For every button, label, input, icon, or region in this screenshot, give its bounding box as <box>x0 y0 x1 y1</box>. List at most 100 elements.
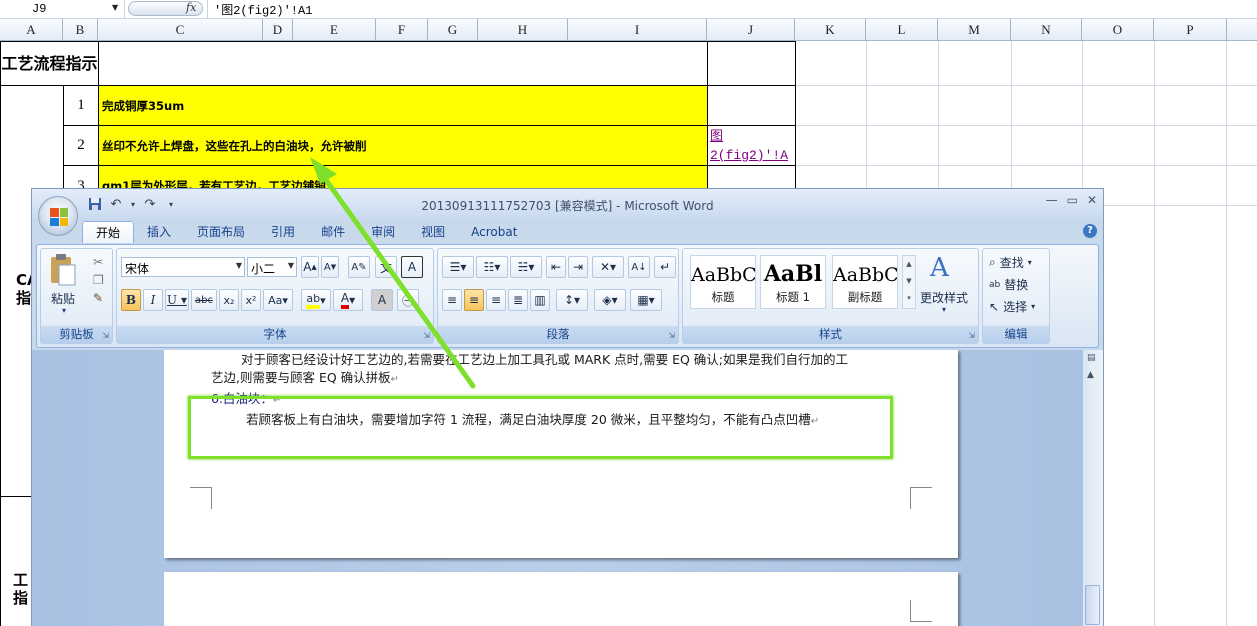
column-header-o[interactable]: O <box>1082 19 1154 41</box>
redo-icon[interactable]: ↷ <box>142 196 158 212</box>
document-area[interactable]: 对于顾客已经设计好工艺边的,若需要在工艺边上加工具孔或 MARK 点时,需要 E… <box>32 350 1083 626</box>
char-border-icon[interactable]: A <box>401 256 423 278</box>
dialog-launcher-icon[interactable]: ⇲ <box>968 331 975 340</box>
tab-view[interactable]: 视图 <box>408 221 458 243</box>
chinese-layout-icon[interactable]: ✕▾ <box>592 256 624 278</box>
tab-references[interactable]: 引用 <box>258 221 308 243</box>
cell-j[interactable] <box>707 41 796 86</box>
style-subtitle[interactable]: AaBbC 副标题 <box>832 255 898 309</box>
phonetic-guide-icon[interactable]: 文 <box>375 256 397 278</box>
styles-scroll[interactable]: ▲ ▼ ▾ <box>902 255 916 309</box>
decrease-indent-icon[interactable]: ⇤ <box>546 256 566 278</box>
change-styles-button[interactable]: 更改样式 <box>920 289 968 306</box>
save-icon[interactable] <box>87 196 103 212</box>
column-header-c[interactable]: C <box>98 19 263 41</box>
line-spacing-icon[interactable]: ↕▾ <box>556 289 588 311</box>
italic-button[interactable]: I <box>143 289 163 311</box>
chevron-down-icon[interactable]: ▾ <box>129 196 137 212</box>
dialog-launcher-icon[interactable]: ⇲ <box>102 331 109 340</box>
row-number-2[interactable]: 2 <box>63 125 99 166</box>
distributed-icon[interactable]: ▥ <box>530 289 550 311</box>
shrink-font-icon[interactable]: A ▼ <box>321 256 339 278</box>
increase-indent-icon[interactable]: ⇥ <box>568 256 588 278</box>
select-button[interactable]: ↖ 选择 ▾ <box>989 298 1035 315</box>
scroll-thumb[interactable] <box>1085 585 1100 625</box>
step-cell-2[interactable]: 丝印不允许上焊盘，这些在孔上的白油块，允许被削 <box>98 125 708 166</box>
show-marks-icon[interactable]: ↵ <box>654 256 676 278</box>
align-left-icon[interactable]: ≡ <box>442 289 462 311</box>
column-header-n[interactable]: N <box>1011 19 1082 41</box>
multilevel-list-icon[interactable]: ☵▾ <box>510 256 542 278</box>
help-icon[interactable]: ? <box>1083 224 1097 238</box>
copy-icon[interactable]: ❐ <box>93 273 104 287</box>
replace-button[interactable]: ab 替换 <box>989 276 1028 293</box>
style-title[interactable]: AaBbC 标题 <box>690 255 756 309</box>
undo-icon[interactable]: ↶ <box>108 196 124 212</box>
column-header-h[interactable]: H <box>478 19 568 41</box>
column-header-b[interactable]: B <box>63 19 98 41</box>
document-page[interactable] <box>164 572 958 626</box>
font-name-select[interactable]: 宋体 ▼ <box>121 257 245 277</box>
style-heading-1[interactable]: AaBl 标题 1 <box>760 255 826 309</box>
paste-button[interactable]: 粘贴 <box>51 290 75 307</box>
format-painter-icon[interactable]: ✎ <box>93 291 103 305</box>
merged-cell[interactable] <box>98 41 708 86</box>
column-header-p[interactable]: P <box>1154 19 1227 41</box>
tab-page-layout[interactable]: 页面布局 <box>184 221 258 243</box>
align-center-icon[interactable]: ≡ <box>464 289 484 311</box>
scroll-up-icon[interactable]: ▲ <box>1087 370 1094 380</box>
align-right-icon[interactable]: ≡ <box>486 289 506 311</box>
customize-qat-icon[interactable]: ▾ <box>163 196 179 212</box>
chevron-down-icon[interactable]: ▼ <box>112 3 118 12</box>
tab-mailings[interactable]: 邮件 <box>308 221 358 243</box>
minimize-icon[interactable]: — <box>1046 193 1058 207</box>
column-header-d[interactable]: D <box>263 19 293 41</box>
change-case-icon[interactable]: Aa▾ <box>263 289 293 311</box>
row-number-1[interactable]: 1 <box>63 85 99 126</box>
borders-icon[interactable]: ▦▾ <box>630 289 662 311</box>
dialog-launcher-icon[interactable]: ⇲ <box>423 331 430 340</box>
restore-icon[interactable]: ▭ <box>1067 193 1078 207</box>
change-styles-icon[interactable]: A <box>930 253 954 283</box>
numbering-icon[interactable]: ☷▾ <box>476 256 508 278</box>
bullets-icon[interactable]: ☰▾ <box>442 256 474 278</box>
tab-acrobat[interactable]: Acrobat <box>458 221 530 243</box>
strikethrough-button[interactable]: abc <box>191 289 217 311</box>
shading-icon[interactable]: ◈▾ <box>594 289 626 311</box>
column-header-l[interactable]: L <box>866 19 938 41</box>
dialog-launcher-icon[interactable]: ⇲ <box>668 331 675 340</box>
column-header-g[interactable]: G <box>428 19 478 41</box>
column-header-k[interactable]: K <box>795 19 866 41</box>
find-button[interactable]: ⌕ 查找 ▾ <box>989 254 1032 271</box>
column-header-a[interactable]: A <box>0 19 63 41</box>
name-box[interactable]: J9 <box>0 0 125 18</box>
office-button[interactable] <box>38 196 78 236</box>
ruler-toggle-icon[interactable]: ▤ <box>1087 353 1096 363</box>
char-shading-icon[interactable]: A <box>371 289 393 311</box>
justify-icon[interactable]: ≣ <box>508 289 528 311</box>
column-header-e[interactable]: E <box>293 19 376 41</box>
superscript-icon[interactable]: x² <box>241 289 261 311</box>
chevron-down-icon[interactable]: ▾ <box>942 305 946 314</box>
enclose-char-icon[interactable]: ㊀ <box>397 289 419 311</box>
row-header-cell[interactable]: 工艺流程指示 <box>0 41 99 86</box>
tab-insert[interactable]: 插入 <box>134 221 184 243</box>
sort-icon[interactable]: A↓ <box>628 256 650 278</box>
highlight-icon[interactable]: ab ▾ <box>301 289 331 311</box>
formula-input[interactable]: '图2(fig2)'!A1 <box>214 1 312 18</box>
title-bar[interactable]: 20130913111752703 [兼容模式] - Microsoft Wor… <box>32 189 1103 219</box>
bold-button[interactable]: B <box>121 289 141 311</box>
grow-font-icon[interactable]: A ▲ <box>301 256 319 278</box>
font-color-icon[interactable]: A ▾ <box>333 289 363 311</box>
tab-review[interactable]: 审阅 <box>358 221 408 243</box>
chevron-down-icon[interactable]: ▾ <box>62 306 66 315</box>
paste-icon[interactable] <box>49 253 77 287</box>
font-size-select[interactable]: 小二 ▼ <box>247 257 297 277</box>
close-icon[interactable]: ✕ <box>1087 193 1097 207</box>
hyperlink-cell[interactable]: 图 2(fig2)'!A <box>707 125 796 166</box>
insert-function-icon[interactable]: fx <box>186 1 196 14</box>
cut-icon[interactable]: ✂ <box>93 255 103 269</box>
column-header-i[interactable]: I <box>568 19 707 41</box>
step-cell-1[interactable]: 完成铜厚35um <box>98 85 708 126</box>
clear-formatting-icon[interactable]: A✎ <box>348 256 370 278</box>
